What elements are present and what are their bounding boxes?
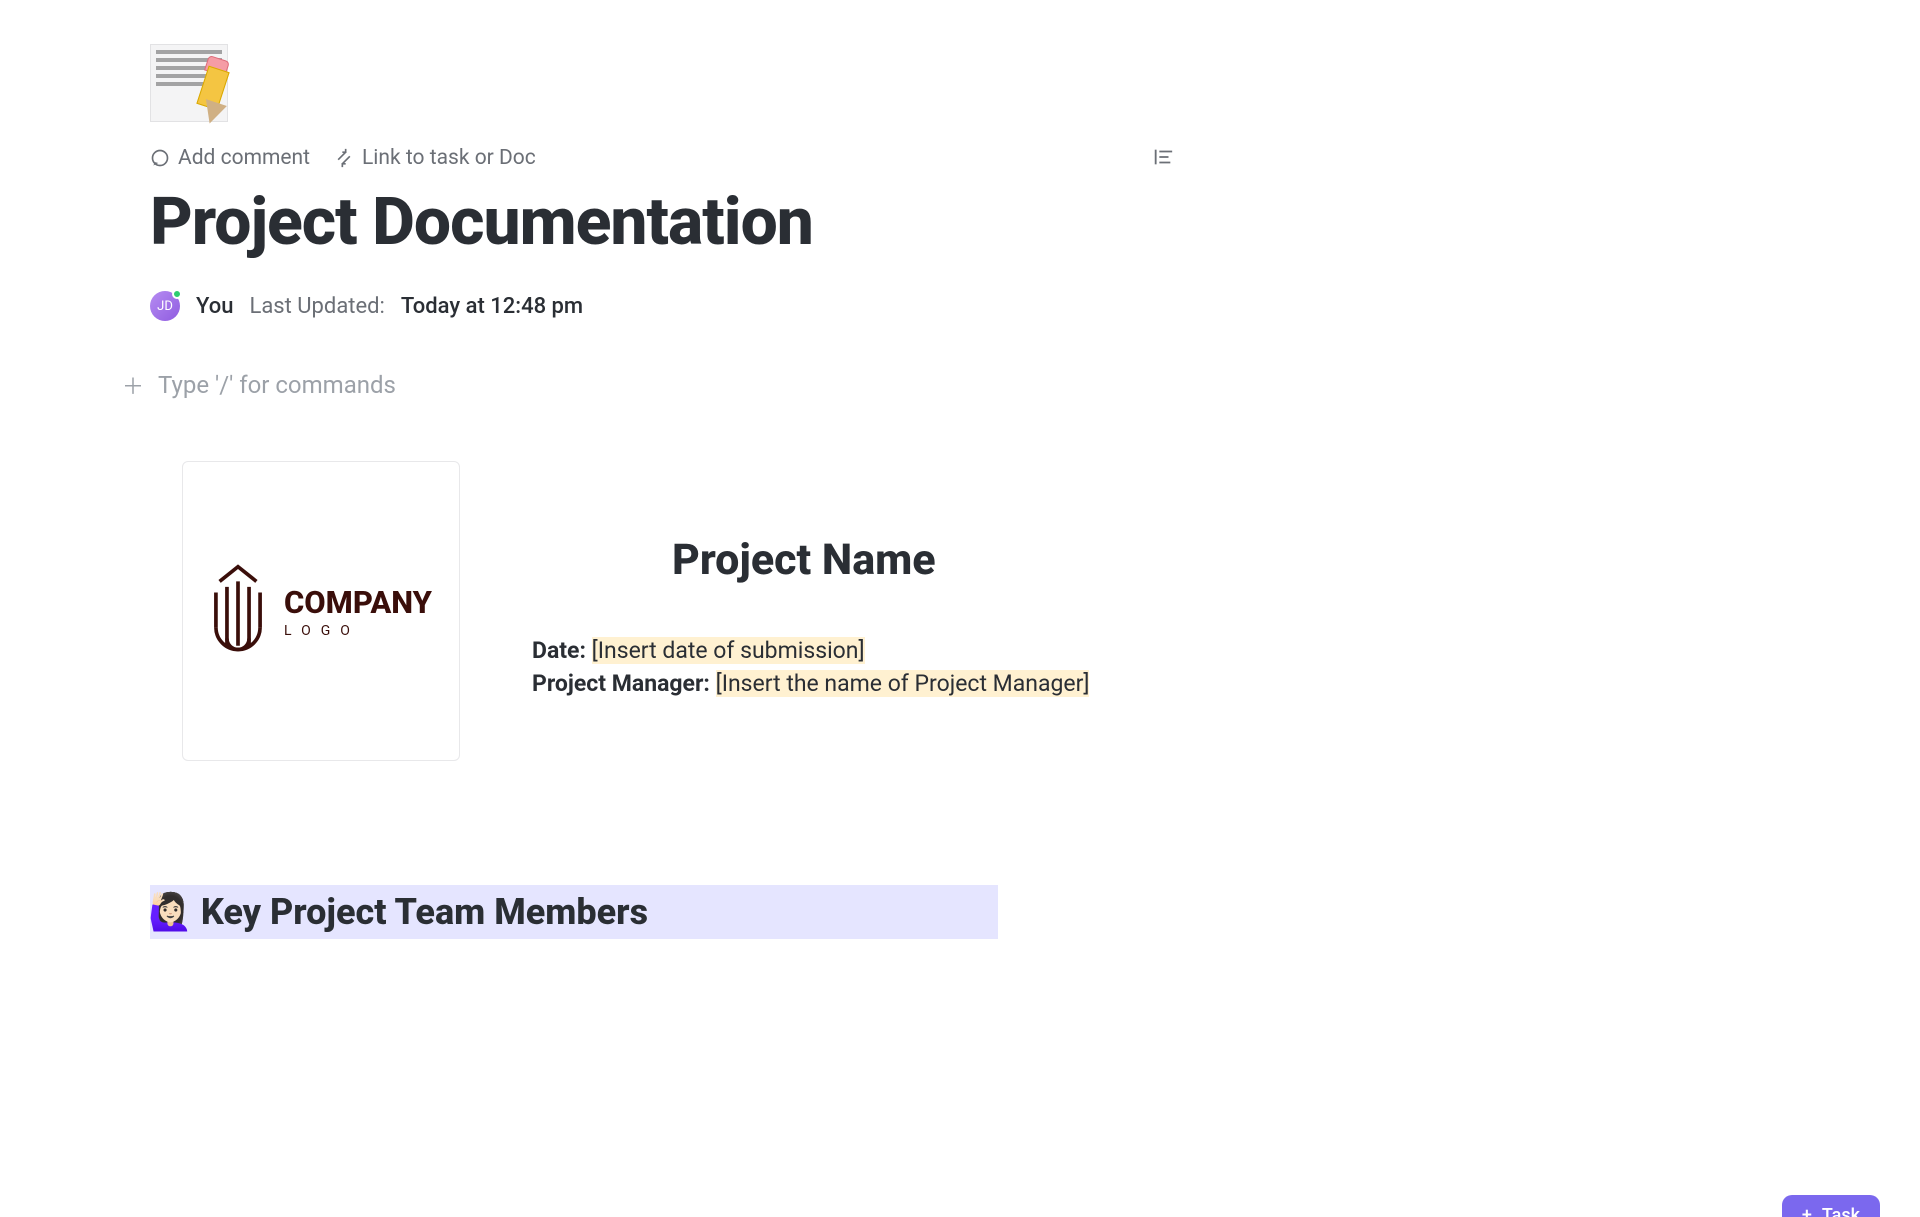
toc-button[interactable] bbox=[1152, 146, 1174, 172]
doc-meta-row: JD You Last Updated: Today at 12:48 pm bbox=[150, 291, 1880, 321]
company-logo-card[interactable]: COMPANY LOGO bbox=[182, 461, 460, 761]
doc-emoji-memo[interactable] bbox=[150, 44, 228, 122]
add-comment-label: Add comment bbox=[178, 146, 310, 170]
team-emoji-icon: 🙋🏻‍♀️ bbox=[148, 891, 193, 933]
project-info-block: Project Name Date: [Insert date of submi… bbox=[532, 535, 1089, 697]
new-task-label: Task bbox=[1822, 1205, 1860, 1217]
author-label: You bbox=[196, 294, 233, 319]
list-icon bbox=[1152, 146, 1174, 168]
company-name: COMPANY bbox=[284, 584, 432, 621]
project-name-heading[interactable]: Project Name bbox=[672, 535, 1089, 585]
avatar-initials: JD bbox=[157, 299, 173, 314]
company-logo-text: COMPANY LOGO bbox=[284, 584, 432, 639]
presence-dot-icon bbox=[172, 289, 182, 299]
project-manager-value[interactable]: [Insert the name of Project Manager] bbox=[716, 670, 1090, 697]
project-manager-label: Project Manager: bbox=[532, 670, 710, 697]
project-date-value[interactable]: [Insert date of submission] bbox=[592, 637, 865, 664]
logo-project-row: COMPANY LOGO Project Name Date: [Insert … bbox=[182, 461, 1880, 761]
new-task-button[interactable]: + Task bbox=[1782, 1195, 1880, 1217]
comment-icon bbox=[150, 148, 170, 168]
add-comment-button[interactable]: Add comment bbox=[150, 146, 310, 170]
document-container: Add comment Link to task or Doc Project … bbox=[0, 0, 1920, 939]
company-sub: LOGO bbox=[284, 623, 360, 639]
new-block-row[interactable]: ＋ Type '/' for commands bbox=[122, 369, 1880, 401]
project-manager-line[interactable]: Project Manager: [Insert the name of Pro… bbox=[532, 670, 1089, 697]
command-hint: Type '/' for commands bbox=[158, 371, 396, 399]
link-icon bbox=[334, 148, 354, 168]
team-heading-block[interactable]: 🙋🏻‍♀️ Key Project Team Members bbox=[150, 885, 998, 939]
link-to-task-button[interactable]: Link to task or Doc bbox=[334, 146, 536, 170]
team-heading: Key Project Team Members bbox=[201, 891, 648, 933]
add-block-button[interactable]: ＋ bbox=[122, 369, 144, 401]
plus-icon: + bbox=[1802, 1205, 1812, 1217]
last-updated-value: Today at 12:48 pm bbox=[401, 294, 583, 319]
doc-toolbar: Add comment Link to task or Doc bbox=[150, 146, 1880, 170]
company-logo-icon bbox=[210, 563, 266, 659]
project-date-label: Date: bbox=[532, 637, 586, 664]
page-title[interactable]: Project Documentation bbox=[150, 184, 1880, 261]
last-updated-label: Last Updated: bbox=[249, 294, 384, 319]
project-date-line[interactable]: Date: [Insert date of submission] bbox=[532, 637, 1089, 664]
link-to-task-label: Link to task or Doc bbox=[362, 146, 536, 170]
avatar[interactable]: JD bbox=[150, 291, 180, 321]
